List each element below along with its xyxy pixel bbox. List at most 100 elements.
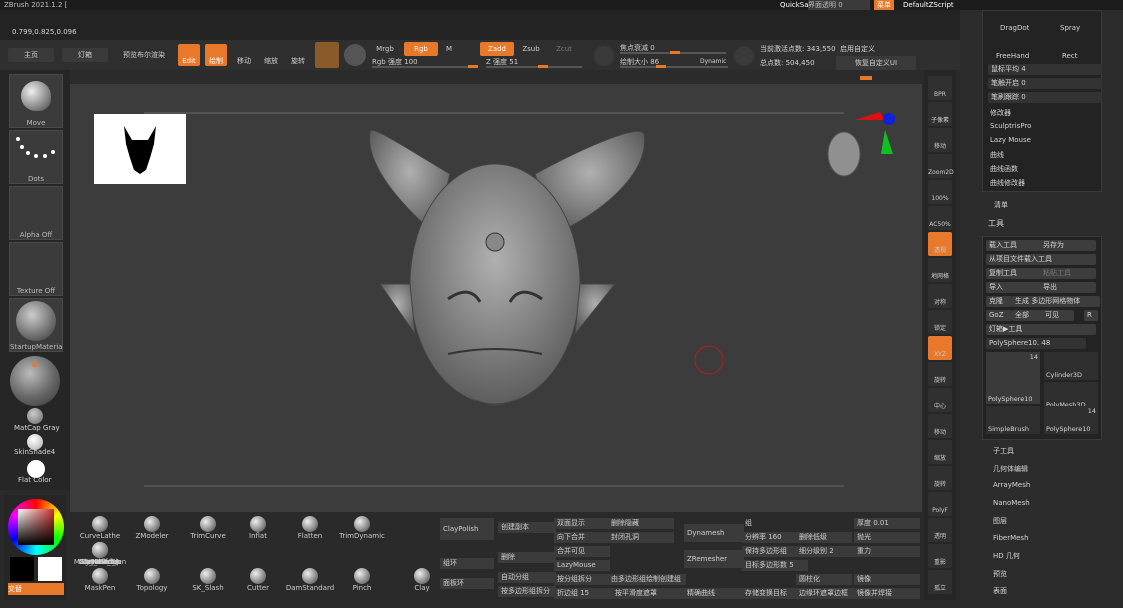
brush-7[interactable]: MaskPen bbox=[70, 568, 130, 594]
right-shelf-button-14[interactable]: 缩放 bbox=[928, 440, 952, 464]
refine-curve-button[interactable]: 精确曲线 bbox=[684, 588, 744, 599]
mrgb-button[interactable]: Mrgb bbox=[370, 42, 400, 56]
right-shelf-button-15[interactable]: 旋转 bbox=[928, 466, 952, 490]
mouse-avg-slider[interactable]: 鼠标平均 4 bbox=[988, 64, 1102, 75]
tool-header[interactable]: 工具 bbox=[988, 218, 1004, 229]
edge-mask-button[interactable]: 边缘环遮罩边框 bbox=[796, 588, 862, 599]
merge-down-button[interactable]: 向下合并 bbox=[554, 532, 610, 543]
target-polycount-slider[interactable]: 目标多边形数 5 bbox=[742, 560, 808, 571]
import-button[interactable]: 导入 bbox=[986, 282, 1042, 293]
close-holes-button[interactable]: 封闭孔洞 bbox=[608, 532, 674, 543]
lightbox-button[interactable]: 灯箱 bbox=[62, 48, 108, 62]
load-from-project-button[interactable]: 从项目文件载入工具 bbox=[986, 254, 1096, 265]
brush-18[interactable]: Pinch bbox=[332, 568, 392, 594]
material-selector[interactable]: StartupMateria bbox=[9, 298, 63, 352]
panel-item-2[interactable]: Lazy Mouse bbox=[990, 136, 1031, 144]
brush-11[interactable]: Flatten bbox=[280, 516, 340, 542]
preview-brush-button[interactable]: 预览布尔渲染 bbox=[114, 48, 174, 62]
subpalette-6[interactable]: HD 几何 bbox=[993, 551, 1020, 561]
resolution-slider[interactable]: 分辨率 160 bbox=[742, 532, 798, 543]
tool-thumb-3[interactable]: SimpleBrush bbox=[986, 406, 1040, 434]
delete-button[interactable]: 删除 bbox=[498, 552, 556, 563]
right-shelf-button-4[interactable]: 100% bbox=[928, 180, 952, 204]
right-shelf-button-9[interactable]: 锁定 bbox=[928, 310, 952, 334]
right-shelf-button-13[interactable]: 移动 bbox=[928, 414, 952, 438]
spray-button[interactable]: Spray bbox=[1060, 24, 1080, 32]
smooth-weight-button[interactable]: 按平滑度遮罩 bbox=[612, 588, 686, 599]
create-copy-button[interactable]: 创建副本 bbox=[498, 522, 556, 533]
right-shelf-button-8[interactable]: 对称 bbox=[928, 284, 952, 308]
split-by-polygon-button[interactable]: 按多边形组拆分 bbox=[498, 586, 556, 597]
brush-selector[interactable]: Move bbox=[9, 74, 63, 128]
stroke-out-slider[interactable]: 笔刷跟踪 0 bbox=[988, 92, 1102, 103]
m-button[interactable]: M bbox=[442, 42, 456, 56]
subpalette-7[interactable]: 预览 bbox=[993, 569, 1007, 579]
subpalette-3[interactable]: NanoMesh bbox=[993, 499, 1030, 507]
right-shelf-button-17[interactable]: 透明 bbox=[928, 518, 952, 542]
texture-selector[interactable]: Texture Off bbox=[9, 242, 63, 296]
right-shelf-button-11[interactable]: 旋转 bbox=[928, 362, 952, 386]
home-button[interactable]: 主页 bbox=[8, 48, 54, 62]
lightbox-tool-button[interactable]: 灯箱▶工具 bbox=[986, 324, 1096, 335]
sub-level-slider[interactable]: 细分级别 2 bbox=[796, 546, 856, 557]
tool-thumb-4[interactable]: PolySphere10 14 bbox=[1044, 406, 1098, 434]
panel-item-1[interactable]: SculptrisPro bbox=[990, 122, 1031, 130]
keep-groups-button[interactable]: 保持多边形组 bbox=[742, 546, 798, 557]
mirror-weld-button[interactable]: 镜像并焊接 bbox=[854, 588, 920, 599]
menus-button[interactable]: 菜单 bbox=[874, 0, 894, 10]
subpalette-8[interactable]: 表面 bbox=[993, 586, 1007, 596]
right-shelf-button-16[interactable]: PolyF bbox=[928, 492, 952, 516]
brush-8[interactable]: Topology bbox=[122, 568, 182, 594]
stroke-selector[interactable]: Dots bbox=[9, 130, 63, 184]
restore-ui-button[interactable]: 恢复自定义UI bbox=[836, 56, 916, 70]
right-shelf-button-1[interactable]: 子像素 bbox=[928, 102, 952, 126]
interface-opacity-slider[interactable]: 界面透明 0 bbox=[808, 0, 870, 10]
subpalette-1[interactable]: 几何体编辑 bbox=[993, 464, 1028, 474]
right-shelf-button-10[interactable]: XYZ bbox=[928, 336, 952, 360]
stroke-in-slider[interactable]: 笔触开启 0 bbox=[988, 78, 1102, 89]
tool-thumb-0[interactable]: PolySphere10 14 bbox=[986, 352, 1040, 404]
clear-label[interactable]: 清单 bbox=[994, 200, 1008, 210]
mirror-button[interactable]: 镜像 bbox=[854, 574, 920, 585]
right-shelf-button-0[interactable]: BPR bbox=[928, 76, 952, 100]
rgb-button[interactable]: Rgb bbox=[404, 42, 438, 56]
copy-tool-button[interactable]: 复制工具 bbox=[986, 268, 1042, 279]
split-groups-button[interactable]: 按分组拆分 bbox=[554, 574, 610, 585]
panel-item-0[interactable]: 修改器 bbox=[990, 108, 1011, 118]
lazymouse-button[interactable]: LazyMouse bbox=[554, 560, 610, 571]
edit-button[interactable]: Edit bbox=[178, 44, 200, 66]
rgb-intensity-slider[interactable]: Rgb 强度 100 bbox=[372, 56, 478, 68]
scale-button[interactable]: 缩放 bbox=[259, 44, 283, 66]
polygroup-create-button[interactable]: 由多边形组绘制创建组 bbox=[608, 574, 686, 585]
s-button[interactable] bbox=[594, 46, 614, 66]
thickness-slider[interactable]: 厚度 0.01 bbox=[854, 518, 920, 529]
export-button[interactable]: 导出 bbox=[1040, 282, 1096, 293]
brush-12[interactable]: TrimDynamic bbox=[332, 516, 392, 542]
right-shelf-button-7[interactable]: 地网格 bbox=[928, 258, 952, 282]
brush-17[interactable]: DamStandard bbox=[280, 568, 340, 594]
right-shelf-button-19[interactable]: 孤立 bbox=[928, 570, 952, 594]
zadd-button[interactable]: Zadd bbox=[480, 42, 514, 56]
right-shelf-button-18[interactable]: 重影 bbox=[928, 544, 952, 568]
subpalette-5[interactable]: FiberMesh bbox=[993, 534, 1029, 542]
z-intensity-slider[interactable]: Z 强度 51 bbox=[486, 56, 582, 68]
draw-button[interactable]: 绘制 bbox=[205, 44, 227, 66]
zcut-button[interactable]: Zcut bbox=[550, 42, 578, 56]
freehand-button[interactable]: FreeHand bbox=[996, 52, 1029, 60]
zremesher-button[interactable]: ZRemesher bbox=[684, 550, 744, 568]
all-button[interactable]: 全部 bbox=[1012, 310, 1044, 321]
right-shelf-button-2[interactable]: 移动 bbox=[928, 128, 952, 152]
auto-group-button[interactable]: 自动分组 bbox=[498, 572, 556, 583]
alpha-selector[interactable]: Alpha Off bbox=[9, 186, 63, 240]
right-shelf-button-6[interactable]: 透视 bbox=[928, 232, 952, 256]
brush-10[interactable]: Inflat bbox=[228, 516, 288, 542]
circle-button[interactable]: 圆柱化 bbox=[796, 574, 852, 585]
panel-ring-button[interactable]: 面板环 bbox=[440, 578, 494, 589]
polish-slider[interactable]: 抛光 bbox=[854, 532, 920, 543]
right-shelf-button-3[interactable]: Zoom2D bbox=[928, 154, 954, 178]
fold-groups-slider[interactable]: 折边组 15 bbox=[554, 588, 614, 599]
delete-low-button[interactable]: 删除低级 bbox=[796, 532, 852, 543]
brush-16[interactable]: Cutter bbox=[228, 568, 288, 594]
visible-button[interactable]: 可见 bbox=[1042, 310, 1074, 321]
right-shelf-button-12[interactable]: 中心 bbox=[928, 388, 952, 412]
